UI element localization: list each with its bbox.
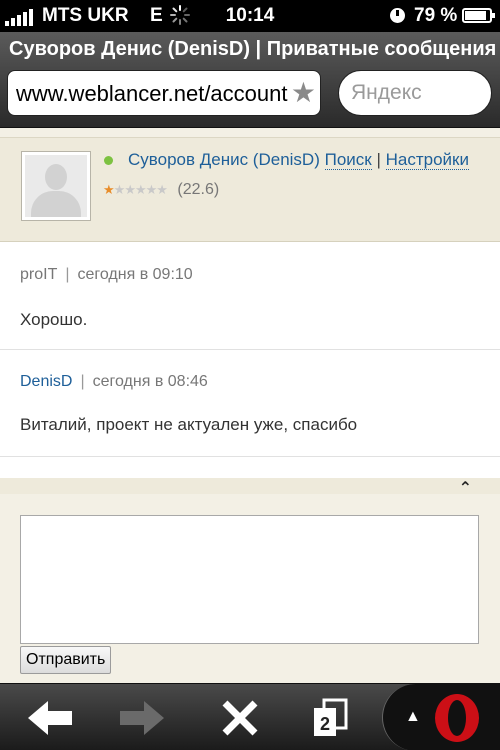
message-author-link[interactable]: DenisD [20,373,72,390]
tabs-icon: 2 [314,698,348,736]
message-text: Виталий, проект не актуален уже, спасибо [20,415,358,434]
page-content: Суворов Денис (DenisD) Поиск | Настройки… [0,128,500,683]
online-status-icon [104,156,113,165]
menu-up-icon: ▲ [405,708,421,725]
message-time: сегодня в 09:10 [77,266,193,283]
meta-separator: | [65,266,70,283]
message-meta: proIT | сегодня в 09:10 [20,266,193,284]
message-author: proIT [20,266,58,283]
link-separator: | [376,150,381,169]
user-rating: ★★★★★★ (22.6) [103,181,219,199]
reply-collapse-bar[interactable]: ⌃ [0,478,500,497]
opera-logo-icon [435,694,479,742]
send-button[interactable]: Отправить [20,646,112,674]
rating-stars: ★★★★★★ [103,181,168,198]
opera-menu-button[interactable]: ▲ [382,684,500,750]
bookmark-star-icon[interactable]: ★ [291,79,316,107]
rating-star-icon: ★ [156,182,168,197]
back-button[interactable] [20,684,80,750]
profile-panel: Суворов Денис (DenisD) Поиск | Настройки… [0,138,500,242]
tab-count: 2 [320,714,330,734]
rating-star-icon: ★ [113,182,126,197]
rating-score: (22.6) [177,181,220,198]
rating-star-icon: ★ [134,182,147,197]
url-text[interactable]: www.weblancer.net/account [16,81,288,107]
profile-line: Суворов Денис (DenisD) Поиск | Настройки [128,150,469,170]
message-meta: DenisD | сегодня в 08:46 [20,373,208,391]
message-time: сегодня в 08:46 [92,373,208,390]
search-field[interactable]: Яндекс [338,70,492,116]
rating-star-icon: ★ [124,182,136,197]
reply-form: Отправить [0,494,500,683]
forward-button[interactable] [112,684,172,750]
close-icon [222,700,258,735]
browser-toolbar: 2 ▲ [0,683,500,750]
back-arrow-icon [28,700,72,735]
page-title: Суворов Денис (DenisD) | Приватные сообщ… [9,38,497,60]
forward-arrow-icon [120,700,164,735]
alarm-clock-icon [390,8,405,23]
meta-separator: | [80,373,85,390]
rating-star-icon: ★ [103,182,115,197]
default-user-icon [25,155,87,217]
browser-header: Суворов Денис (DenisD) | Приватные сообщ… [0,32,500,128]
address-bar[interactable]: www.weblancer.net/account ★ [7,70,321,116]
message-item: proIT | сегодня в 09:10 Хорошо. [0,242,500,350]
message-item: DenisD | сегодня в 08:46 Виталий, проект н… [0,350,500,457]
avatar[interactable] [21,151,91,221]
search-placeholder: Яндекс [351,81,422,104]
rating-star-icon: ★ [145,182,158,197]
stop-button[interactable] [210,684,270,750]
battery-icon [462,8,495,23]
message-text: Хорошо. [20,310,88,329]
settings-link[interactable]: Настройки [385,150,469,170]
search-link[interactable]: Поиск [324,150,372,170]
battery-percentage: 79 % [414,5,458,26]
tabs-button[interactable]: 2 [300,684,360,750]
profile-name-link[interactable]: Суворов Денис (DenisD) [128,150,320,169]
reply-textarea[interactable] [20,515,479,644]
status-bar: MTS UKR E 10:14 79 % [0,0,500,32]
top-strip [0,128,500,138]
